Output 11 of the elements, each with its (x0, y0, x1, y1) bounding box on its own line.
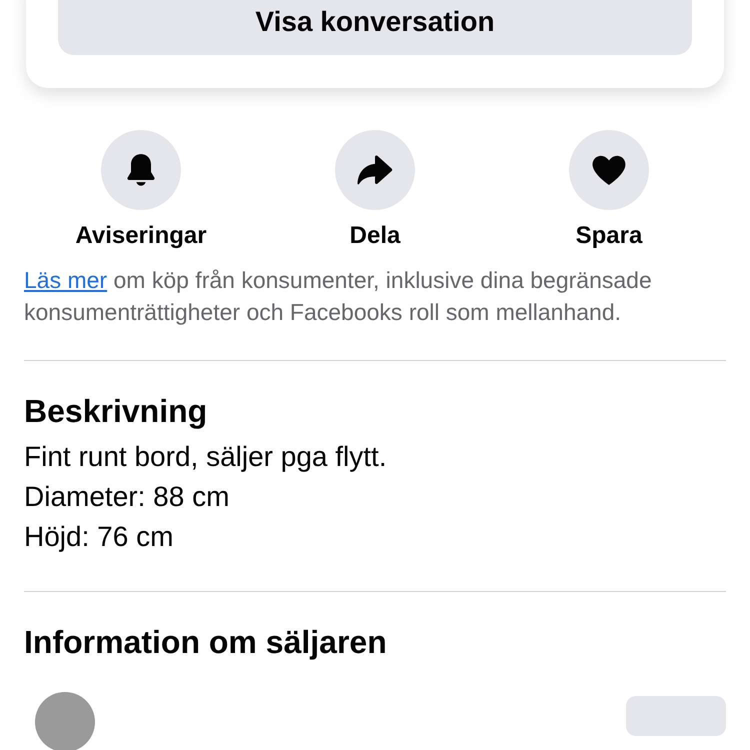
section-heading: Beskrivning (24, 392, 208, 431)
view-conversation-button[interactable]: Visa konversation (58, 0, 692, 55)
read-more-link[interactable]: Läs mer (24, 267, 108, 293)
action-label: Aviseringar (75, 222, 207, 250)
action-label: Spara (576, 222, 642, 250)
consumer-notice-text: Läs mer om köp från konsumenter, inklusive dina begränsade konsumenträttigheter och Facebooks roll som mellanhand. (24, 266, 653, 327)
action-label: Dela (350, 222, 400, 250)
section-heading: Information om säljaren (24, 623, 388, 662)
description-line: Höjd: 76 cm (24, 520, 174, 554)
description-line: Diameter: 88 cm (24, 480, 230, 514)
description-line: Fint runt bord, säljer pga flytt. (24, 440, 388, 474)
